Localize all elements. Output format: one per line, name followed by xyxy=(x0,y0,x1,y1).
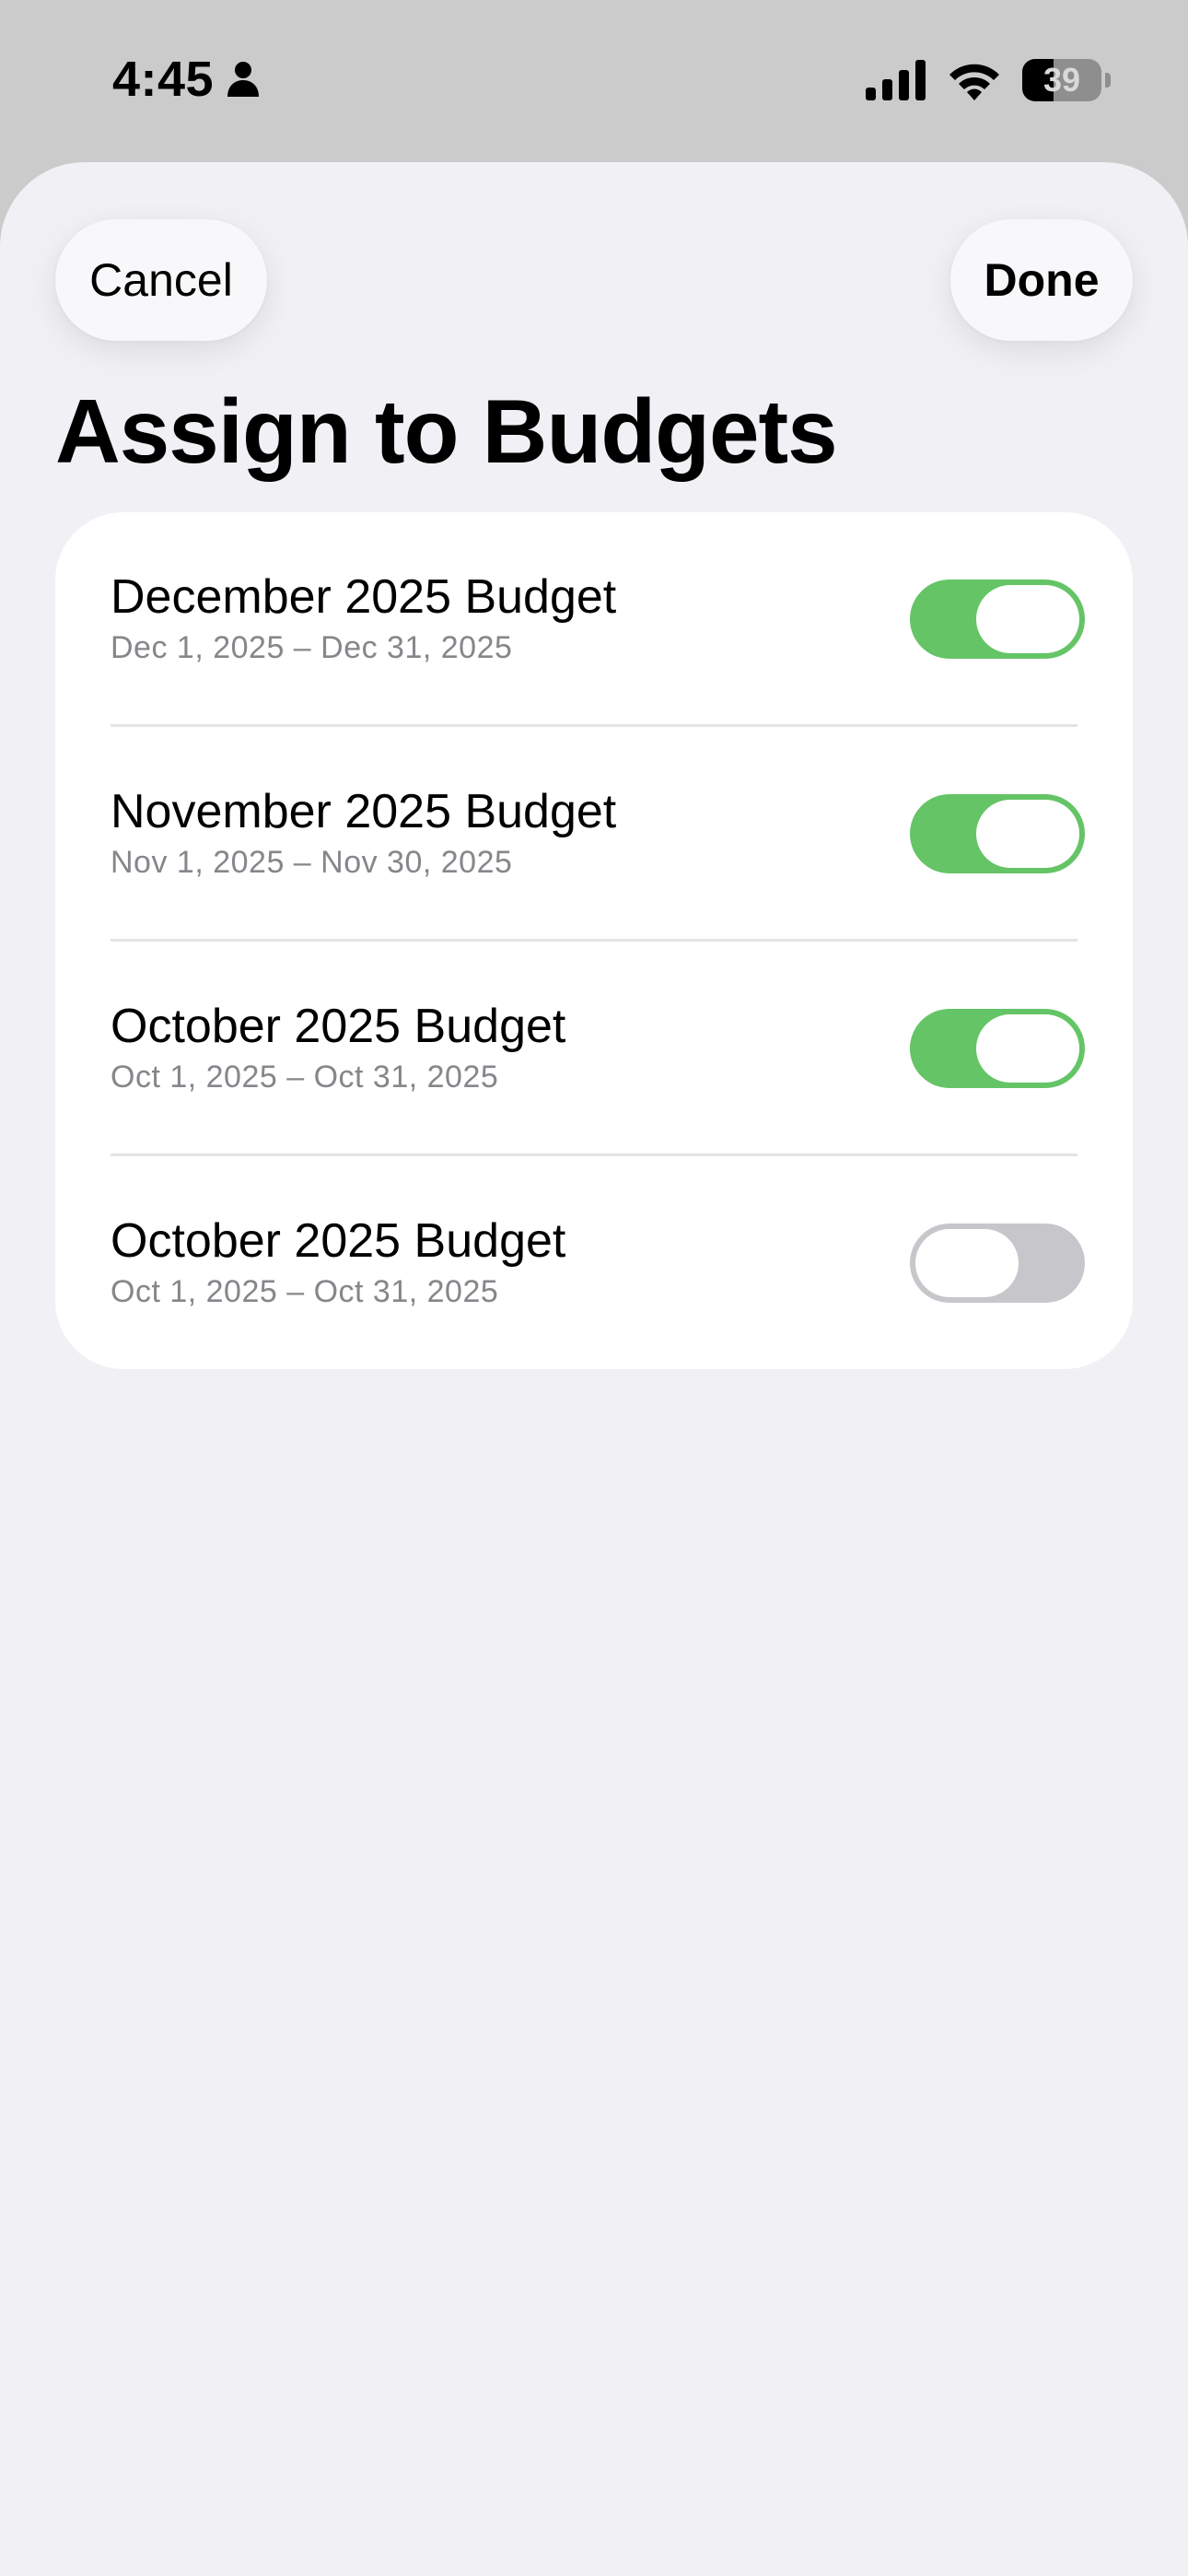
budget-row[interactable]: October 2025 Budget Oct 1, 2025 – Oct 31… xyxy=(55,1156,1133,1371)
budget-date-range: Oct 1, 2025 – Oct 31, 2025 xyxy=(111,1060,499,1095)
toggle-knob xyxy=(976,800,1079,868)
budget-list: December 2025 Budget Dec 1, 2025 – Dec 3… xyxy=(55,512,1133,1369)
battery-cap xyxy=(1105,73,1111,88)
budget-date-range: Oct 1, 2025 – Oct 31, 2025 xyxy=(111,1274,499,1309)
budget-row[interactable]: October 2025 Budget Oct 1, 2025 – Oct 31… xyxy=(55,942,1133,1156)
budget-name: October 2025 Budget xyxy=(111,1000,566,1053)
budget-name: October 2025 Budget xyxy=(111,1214,566,1268)
cancel-button[interactable]: Cancel xyxy=(55,219,267,341)
budget-row[interactable]: December 2025 Budget Dec 1, 2025 – Dec 3… xyxy=(55,512,1133,727)
budget-toggle[interactable] xyxy=(910,1009,1085,1088)
status-indicators: 39 xyxy=(866,57,1111,103)
wifi-icon xyxy=(947,60,1002,100)
toggle-knob xyxy=(976,1014,1079,1083)
toggle-knob xyxy=(915,1229,1019,1297)
person-icon xyxy=(227,61,260,98)
budget-row[interactable]: November 2025 Budget Nov 1, 2025 – Nov 3… xyxy=(55,727,1133,942)
budget-date-range: Dec 1, 2025 – Dec 31, 2025 xyxy=(111,630,513,665)
cellular-signal-icon xyxy=(866,60,926,100)
status-time-group: 4:45 xyxy=(112,50,260,109)
toggle-knob xyxy=(976,585,1079,653)
budget-toggle[interactable] xyxy=(910,1224,1085,1303)
assign-budgets-sheet: Cancel Done Assign to Budgets December 2… xyxy=(0,162,1188,2576)
battery-percentage: 39 xyxy=(1042,61,1081,99)
battery-icon: 39 xyxy=(1022,59,1111,101)
budget-toggle[interactable] xyxy=(910,580,1085,659)
budget-toggle[interactable] xyxy=(910,794,1085,873)
done-button[interactable]: Done xyxy=(950,219,1133,341)
status-bar: 4:45 39 xyxy=(0,0,1188,162)
budget-name: December 2025 Budget xyxy=(111,570,617,624)
page-title: Assign to Budgets xyxy=(55,381,838,482)
budget-name: November 2025 Budget xyxy=(111,785,617,838)
status-time: 4:45 xyxy=(112,52,215,107)
budget-date-range: Nov 1, 2025 – Nov 30, 2025 xyxy=(111,845,513,880)
